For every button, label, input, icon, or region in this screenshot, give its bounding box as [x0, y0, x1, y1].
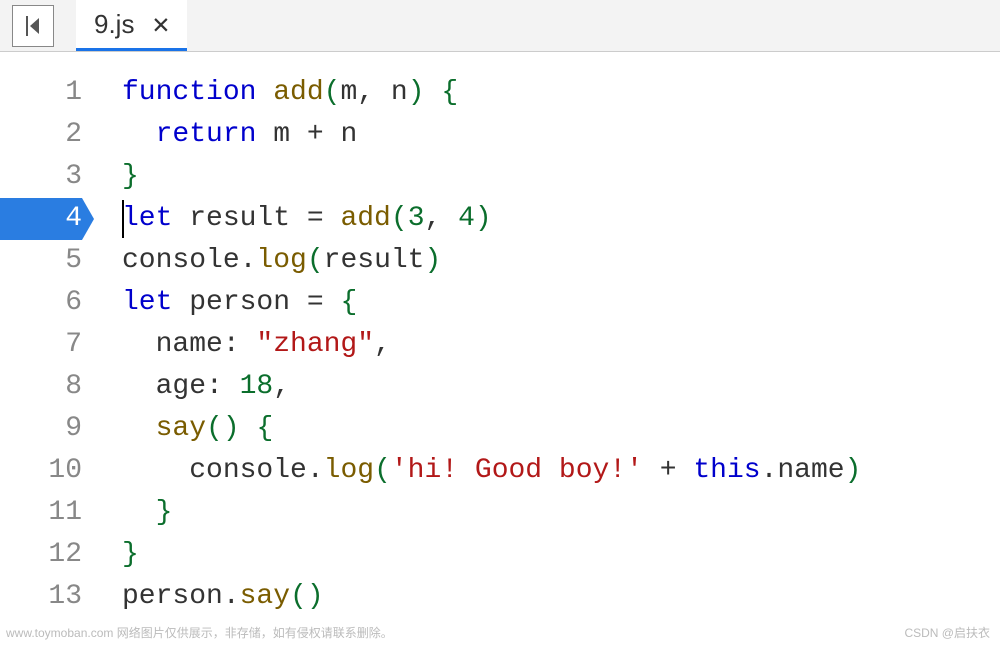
token-paren: (	[324, 77, 341, 108]
code-line[interactable]: }	[122, 156, 1000, 198]
line-gutter: 12345678910111213	[0, 52, 100, 647]
token-plain	[122, 413, 156, 444]
token-plain: result	[324, 245, 425, 276]
text-cursor	[122, 200, 124, 238]
tab-bar: 9.js ✕	[0, 0, 1000, 52]
token-plain: n	[391, 77, 408, 108]
token-plain: console.	[122, 455, 324, 486]
nav-back-icon[interactable]	[12, 5, 54, 47]
token-brace: }	[156, 497, 173, 528]
token-str: "zhang"	[256, 329, 374, 360]
line-number[interactable]: 11	[0, 492, 82, 534]
code-line[interactable]: console.log(result)	[122, 240, 1000, 282]
token-plain: +	[643, 455, 693, 486]
line-number[interactable]: 10	[0, 450, 82, 492]
code-line[interactable]: let result = add(3, 4)	[122, 198, 1000, 240]
code-line[interactable]: console.log('hi! Good boy!' + this.name)	[122, 450, 1000, 492]
token-kw: return	[156, 119, 257, 150]
code-line[interactable]: person.say()	[122, 576, 1000, 618]
token-paren: ()	[206, 413, 240, 444]
token-fn: add	[273, 77, 323, 108]
token-plain: ,	[425, 203, 459, 234]
token-num: 3	[408, 203, 425, 234]
token-paren: )	[475, 203, 492, 234]
token-paren: (	[374, 455, 391, 486]
line-number[interactable]: 1	[0, 72, 82, 114]
token-plain	[122, 119, 156, 150]
token-brace: }	[122, 539, 139, 570]
line-number[interactable]: 8	[0, 366, 82, 408]
token-kw: let	[122, 287, 172, 318]
token-brace: }	[122, 161, 139, 192]
token-plain	[425, 77, 442, 108]
line-number[interactable]: 3	[0, 156, 82, 198]
line-number[interactable]: 13	[0, 576, 82, 618]
token-plain: ,	[357, 77, 391, 108]
token-plain: m	[340, 77, 357, 108]
code-editor[interactable]: 12345678910111213 function add(m, n) { r…	[0, 52, 1000, 647]
code-line[interactable]: }	[122, 492, 1000, 534]
token-fn: say	[240, 581, 290, 612]
line-number[interactable]: 2	[0, 114, 82, 156]
token-paren: )	[424, 245, 441, 276]
token-plain: ,	[273, 371, 290, 402]
token-plain: person =	[172, 287, 340, 318]
token-num: 18	[240, 371, 274, 402]
token-brace: {	[441, 77, 458, 108]
token-fn: log	[324, 455, 374, 486]
line-number[interactable]: 9	[0, 408, 82, 450]
line-number[interactable]: 12	[0, 534, 82, 576]
token-plain	[256, 77, 273, 108]
code-line[interactable]: name: "zhang",	[122, 324, 1000, 366]
token-kw: function	[122, 77, 256, 108]
token-fn: log	[256, 245, 306, 276]
code-line[interactable]: age: 18,	[122, 366, 1000, 408]
token-paren: )	[845, 455, 862, 486]
line-number[interactable]: 6	[0, 282, 82, 324]
code-line[interactable]: say() {	[122, 408, 1000, 450]
watermark-left: www.toymoban.com 网络图片仅供展示，非存储，如有侵权请联系删除。	[6, 624, 393, 641]
line-number[interactable]: 5	[0, 240, 82, 282]
token-paren: (	[391, 203, 408, 234]
token-paren: (	[307, 245, 324, 276]
token-num: 4	[458, 203, 475, 234]
token-paren: ()	[290, 581, 324, 612]
token-fn: add	[340, 203, 390, 234]
token-brace: {	[340, 287, 357, 318]
token-brace: {	[256, 413, 273, 444]
token-paren: )	[408, 77, 425, 108]
tab-active[interactable]: 9.js ✕	[76, 0, 187, 51]
token-plain	[240, 413, 257, 444]
watermark-right: CSDN @启扶衣	[904, 624, 990, 641]
code-line[interactable]: return m + n	[122, 114, 1000, 156]
code-area[interactable]: function add(m, n) { return m + n}let re…	[100, 52, 1000, 647]
token-kw: this	[693, 455, 760, 486]
token-plain: m + n	[256, 119, 357, 150]
close-icon[interactable]: ✕	[152, 7, 169, 42]
token-plain: age:	[122, 371, 240, 402]
tab-filename: 9.js	[94, 9, 134, 40]
token-kw: let	[122, 203, 172, 234]
token-plain: console.	[122, 245, 256, 276]
token-plain: .name	[761, 455, 845, 486]
line-number[interactable]: 4	[0, 198, 82, 240]
token-plain	[122, 497, 156, 528]
token-plain: ,	[374, 329, 391, 360]
token-str: 'hi! Good boy!'	[391, 455, 643, 486]
token-plain: name:	[122, 329, 256, 360]
code-line[interactable]: }	[122, 534, 1000, 576]
token-plain: person.	[122, 581, 240, 612]
line-number[interactable]: 7	[0, 324, 82, 366]
token-plain: result =	[172, 203, 340, 234]
code-line[interactable]: function add(m, n) {	[122, 72, 1000, 114]
code-line[interactable]: let person = {	[122, 282, 1000, 324]
token-fn: say	[156, 413, 206, 444]
